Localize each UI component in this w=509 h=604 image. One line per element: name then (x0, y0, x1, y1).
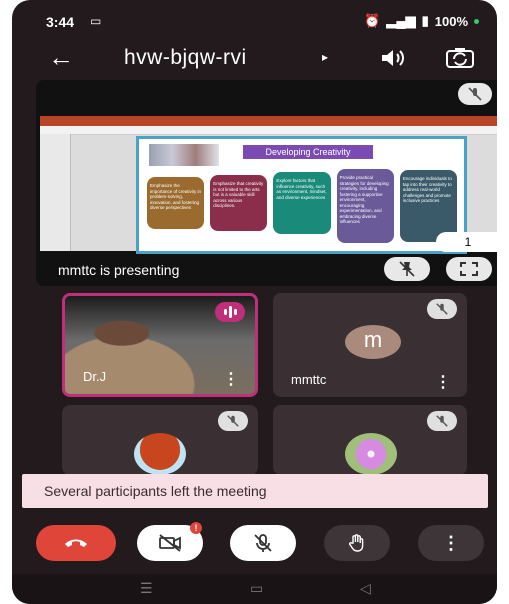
more-options-button[interactable]: ⋮ (418, 525, 484, 561)
raise-hand-button[interactable] (324, 525, 390, 561)
hand-icon (348, 534, 364, 552)
notification-toast: Several participants left the meeting (22, 474, 488, 508)
avatar (134, 433, 186, 475)
call-controls: ! ⋮ (12, 520, 497, 570)
slide-box: Emphasize that creativity is not limited… (210, 175, 268, 231)
mic-off-icon (254, 534, 272, 552)
meeting-header: ← hvw-bjqw-rvi ▸ (12, 40, 497, 80)
participant-tile[interactable]: m mmttc ⋮ (273, 293, 467, 397)
more-vert-icon: ⋮ (442, 532, 460, 553)
recent-apps-icon[interactable]: ☰ (140, 580, 153, 597)
page-number: 1 (436, 232, 497, 252)
slide-box: Provide practical strategies for develop… (336, 169, 394, 243)
avatar (345, 433, 397, 475)
participant-tile[interactable] (273, 405, 467, 475)
alarm-icon: ⏰ (364, 13, 381, 28)
mic-off-icon (468, 87, 482, 101)
status-bar: 3:44 ▭ ⏰ ▂▄▆ ▮ 100% (12, 0, 497, 40)
camera-in-use-dot (474, 18, 479, 24)
app-ribbon (40, 116, 497, 126)
camera-warning-badge: ! (190, 522, 202, 534)
meeting-info-caret-icon[interactable]: ▸ (322, 50, 328, 64)
status-icons: ⏰ ▂▄▆ ▮ 100% (364, 13, 479, 29)
slide-image (149, 144, 219, 166)
unpin-button[interactable] (384, 257, 430, 281)
slide: Developing Creativity Emphasize the impo… (136, 136, 467, 254)
system-nav-bar: ☰ ▭ ◁ (12, 574, 497, 604)
notification-icon: ▭ (90, 14, 102, 28)
slide-box: Explore factors that influence creativit… (273, 172, 331, 234)
camera-off-icon (159, 534, 181, 552)
slide-title: Developing Creativity (243, 145, 373, 159)
fullscreen-button[interactable] (446, 257, 492, 281)
battery-icon: ▮ (421, 13, 429, 28)
presenter-label: mmttc is presenting (58, 262, 180, 278)
app-toolbar (40, 126, 497, 135)
meeting-code[interactable]: hvw-bjqw-rvi (124, 46, 247, 70)
participant-name: Dr.J (83, 369, 107, 384)
mic-off-icon (427, 299, 457, 319)
mic-toggle-button[interactable] (230, 525, 296, 561)
presentation-mute-indicator (458, 83, 492, 105)
avatar: m (345, 325, 401, 359)
mic-off-icon (218, 411, 248, 431)
slide-thumbnails (40, 134, 71, 251)
fullscreen-icon (460, 262, 478, 276)
battery-level: 100% (434, 13, 468, 29)
more-options-icon[interactable]: ⋮ (435, 375, 451, 391)
participant-name: mmttc (291, 372, 327, 387)
pin-off-icon (399, 261, 415, 277)
speaker-icon[interactable] (380, 48, 406, 73)
meet-screen: 3:44 ▭ ⏰ ▂▄▆ ▮ 100% ← hvw-bjqw-rvi ▸ Dev… (12, 0, 497, 604)
hang-up-icon (65, 539, 87, 547)
speaking-indicator-icon (215, 302, 245, 322)
mic-off-icon (427, 411, 457, 431)
presentation-tile[interactable]: Developing Creativity Emphasize the impo… (36, 80, 497, 286)
status-time: 3:44 (46, 14, 75, 30)
participant-tile[interactable] (62, 405, 258, 475)
shared-screen: Developing Creativity Emphasize the impo… (40, 116, 497, 254)
signal-icon: ▂▄▆ (386, 13, 416, 28)
slide-box: Emphasize the importance of creativity i… (147, 177, 205, 229)
slide-boxes: Emphasize the importance of creativity i… (147, 169, 458, 247)
back-arrow-icon[interactable]: ← (48, 44, 74, 70)
switch-camera-icon[interactable] (445, 46, 475, 75)
end-call-button[interactable] (36, 525, 116, 561)
more-options-icon[interactable]: ⋮ (223, 372, 239, 388)
home-icon[interactable]: ▭ (250, 580, 263, 597)
back-nav-icon[interactable]: ◁ (360, 580, 371, 597)
participant-tile[interactable]: Dr.J ⋮ (62, 293, 258, 397)
